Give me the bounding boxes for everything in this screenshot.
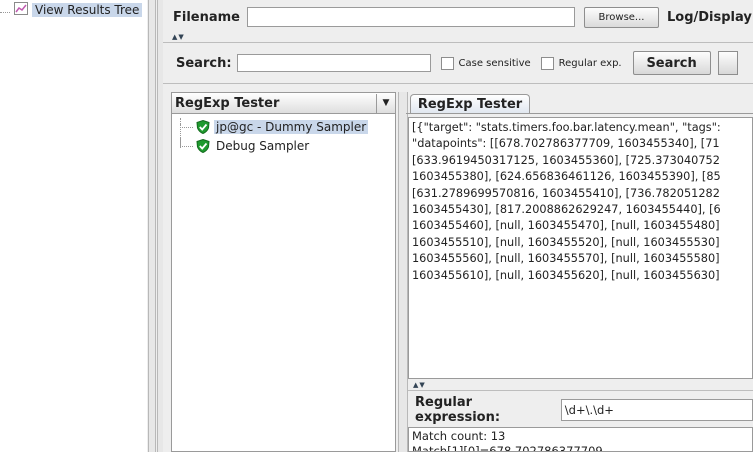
splitter[interactable] bbox=[398, 92, 408, 452]
renderer-select[interactable]: RegExp Tester ▼ bbox=[172, 93, 395, 114]
search-row: Search: Case sensitive Regular exp. Sear… bbox=[176, 51, 738, 75]
response-line: 1603455430], [817.2008862629247, 1603455… bbox=[412, 203, 721, 217]
splitter[interactable] bbox=[148, 0, 156, 452]
result-item[interactable]: jp@gc - Dummy Sampler bbox=[180, 118, 369, 136]
reset-button[interactable] bbox=[717, 51, 738, 75]
regexp-label: Regular exp. bbox=[558, 57, 622, 69]
regexp-checkbox[interactable] bbox=[540, 56, 554, 70]
response-line: "datapoints": [[678.702786377709, 160345… bbox=[412, 137, 720, 151]
regex-row: Regular expression: \d+\.\d+ bbox=[408, 394, 753, 425]
response-line: [{"target": "stats.timers.foo.bar.latenc… bbox=[412, 121, 725, 134]
divider bbox=[408, 390, 753, 391]
search-input[interactable] bbox=[236, 54, 431, 72]
divider bbox=[406, 113, 753, 114]
tree-node-view-results-tree[interactable]: View Results Tree bbox=[14, 1, 143, 19]
tree-node-label: View Results Tree bbox=[32, 3, 143, 17]
response-line: 1603455460], [null, 1603455470], [null, … bbox=[412, 219, 720, 233]
search-label: Search: bbox=[176, 55, 232, 71]
case-sensitive-label: Case sensitive bbox=[458, 57, 531, 69]
filename-row: Filename Browse... Log/Display bbox=[173, 5, 752, 29]
search-button[interactable]: Search bbox=[632, 51, 711, 75]
success-shield-icon bbox=[196, 119, 210, 135]
collapse-arrows-icon[interactable]: ▲▼ bbox=[413, 381, 426, 389]
response-line: 1603455510], [null, 1603455520], [null, … bbox=[412, 235, 720, 249]
response-line: 1603455610], [null, 1603455620], [null, … bbox=[412, 268, 720, 282]
match-results-text: Match count: 13 Match[1][0]=678.702786377… bbox=[412, 429, 603, 452]
result-item-label: jp@gc - Dummy Sampler bbox=[214, 120, 369, 134]
tree-connector bbox=[180, 118, 193, 128]
response-line: 1603455560], [null, 1603455570], [null, … bbox=[412, 252, 720, 266]
browse-button[interactable]: Browse... bbox=[584, 6, 659, 28]
case-sensitive-checkbox[interactable] bbox=[440, 56, 454, 70]
test-plan-tree bbox=[0, 0, 147, 452]
response-line: [631.2789699570816, 1603455410], [736.78… bbox=[412, 186, 720, 200]
tab-regexp-tester[interactable]: RegExp Tester bbox=[410, 94, 530, 114]
response-data-area[interactable]: [{"target": "stats.timers.foo.bar.latenc… bbox=[408, 117, 753, 379]
response-text: [{"target": "stats.timers.foo.bar.latenc… bbox=[412, 120, 724, 284]
response-line: 1603455380], [624.656836461126, 16034553… bbox=[412, 170, 721, 184]
filename-label: Filename bbox=[173, 9, 240, 25]
success-shield-icon bbox=[196, 138, 210, 154]
result-item[interactable]: Debug Sampler bbox=[180, 137, 311, 155]
filename-input[interactable] bbox=[247, 7, 575, 27]
tree-connector bbox=[180, 137, 193, 147]
match-results-area[interactable]: Match count: 13 Match[1][0]=678.702786377… bbox=[408, 427, 753, 452]
regex-label: Regular expression: bbox=[415, 394, 501, 425]
match-line: Match count: 13 bbox=[412, 429, 506, 443]
renderer-select-value: RegExp Tester bbox=[175, 95, 280, 111]
collapse-arrows-icon[interactable]: ▲▼ bbox=[172, 33, 185, 41]
chart-icon bbox=[14, 2, 28, 18]
divider bbox=[163, 83, 753, 84]
tree-connector bbox=[0, 0, 10, 13]
regex-input[interactable]: \d+\.\d+ bbox=[560, 398, 753, 421]
chevron-down-icon[interactable]: ▼ bbox=[376, 93, 395, 113]
divider bbox=[163, 42, 753, 43]
log-display-label: Log/Display bbox=[667, 9, 752, 25]
result-item-label: Debug Sampler bbox=[216, 139, 310, 153]
match-line: Match[1][0]=678.702786377709 bbox=[412, 443, 603, 452]
response-line: [633.9619450317125, 1603455360], [725.37… bbox=[412, 153, 720, 167]
